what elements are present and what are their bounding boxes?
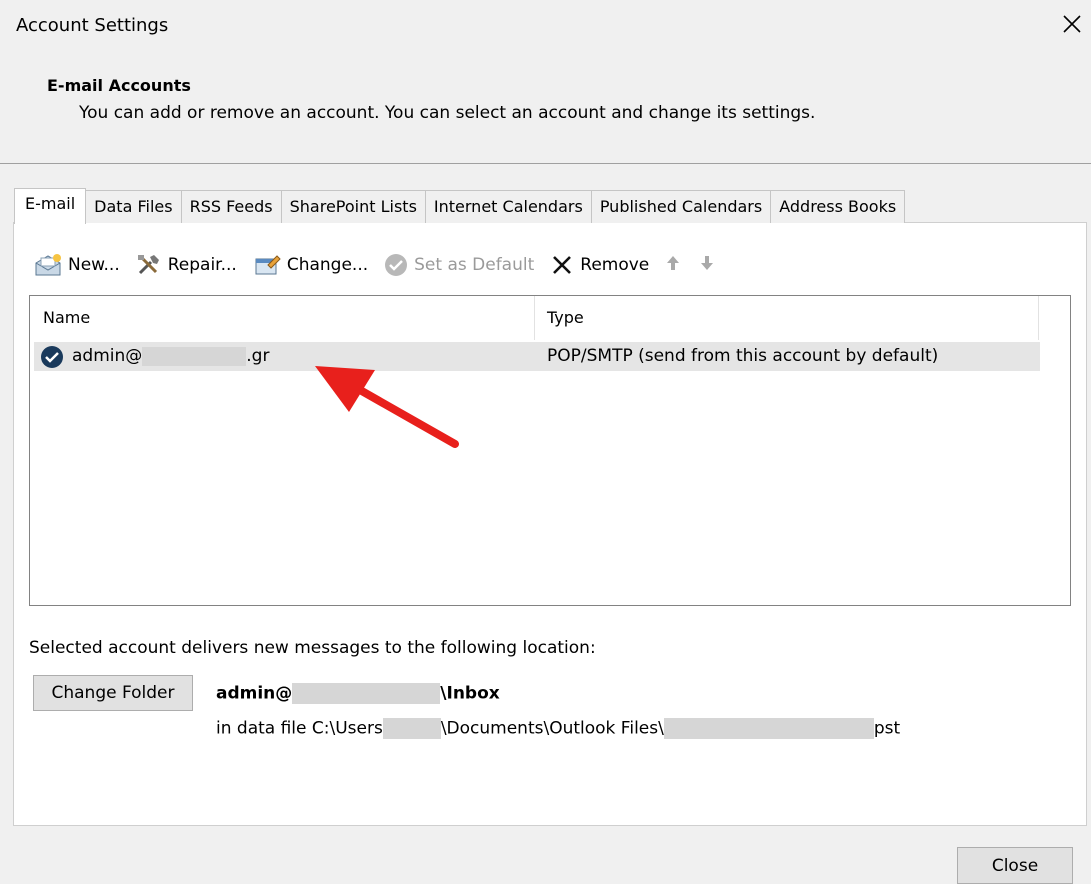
set-default-label: Set as Default [414,255,535,275]
tab-published-calendars[interactable]: Published Calendars [590,190,772,223]
redacted-domain [292,683,441,704]
section-title: E-mail Accounts [47,76,191,95]
account-row[interactable]: admin@ .gr POP/SMTP (send from this accou… [34,342,1040,371]
folder-name: \Inbox [440,683,500,704]
tab-strip: E-mail Data Files RSS Feeds SharePoint L… [14,188,906,224]
data-file-middle: \Documents\Outlook Files\ [440,718,664,739]
check-circle-icon [385,254,408,276]
change-account-button[interactable]: Change... [253,253,368,277]
annotation-arrow [315,366,459,448]
delivery-folder-path: admin@ \Inbox [216,683,500,704]
tab-internet-calendars[interactable]: Internet Calendars [424,190,592,223]
data-file-prefix: in data file C:\Users [216,718,383,739]
repair-account-label: Repair... [167,255,237,275]
repair-account-button[interactable]: Repair... [136,253,237,277]
close-window-icon[interactable] [1060,12,1084,36]
new-account-label: New... [68,255,120,275]
arrow-down-icon [701,255,714,270]
tools-icon [137,255,159,275]
tab-sharepoint-lists[interactable]: SharePoint Lists [280,190,426,223]
arrow-up-icon [667,255,680,270]
remove-account-button[interactable]: Remove [550,253,649,277]
change-settings-icon [255,255,281,275]
move-up-button[interactable] [665,254,681,277]
account-name-prefix: admin@ [72,346,143,366]
new-account-button[interactable]: New... [34,253,120,277]
column-header-type[interactable]: Type [547,308,584,327]
account-toolbar: New... Repair... Change... Set as Defaul… [34,250,733,280]
folder-account: admin@ [216,683,293,704]
accounts-list: Name Type admin@ .gr POP/SMTP (send from … [29,295,1071,606]
tab-email[interactable]: E-mail [14,188,87,224]
remove-account-label: Remove [580,255,650,275]
redacted-filename [663,718,874,739]
default-account-icon [41,346,63,368]
account-type: POP/SMTP (send from this account by defa… [547,346,939,366]
account-name: admin@ .gr [72,346,269,366]
delivery-location-label: Selected account delivers new messages t… [29,638,596,658]
move-down-button[interactable] [699,254,715,277]
column-divider[interactable] [1038,296,1039,340]
tab-address-books[interactable]: Address Books [770,190,906,223]
separator [0,163,1091,164]
new-mail-icon [35,254,61,276]
set-default-button[interactable]: Set as Default [384,253,534,277]
column-divider[interactable] [534,296,535,340]
tab-data-files[interactable]: Data Files [85,190,182,223]
window-title: Account Settings [16,15,169,36]
redacted-domain [142,346,247,366]
close-button[interactable]: Close [957,847,1073,884]
section-description: You can add or remove an account. You ca… [79,103,816,123]
redacted-username [382,718,441,739]
data-file-path: in data file C:\Users \Documents\Outlook … [216,718,900,739]
column-header-name[interactable]: Name [43,308,90,327]
change-folder-button[interactable]: Change Folder [33,675,193,711]
remove-x-icon [553,256,572,274]
account-name-suffix: .gr [246,346,270,366]
data-file-suffix: pst [873,718,901,739]
tab-rss-feeds[interactable]: RSS Feeds [180,190,282,223]
change-account-label: Change... [286,255,369,275]
